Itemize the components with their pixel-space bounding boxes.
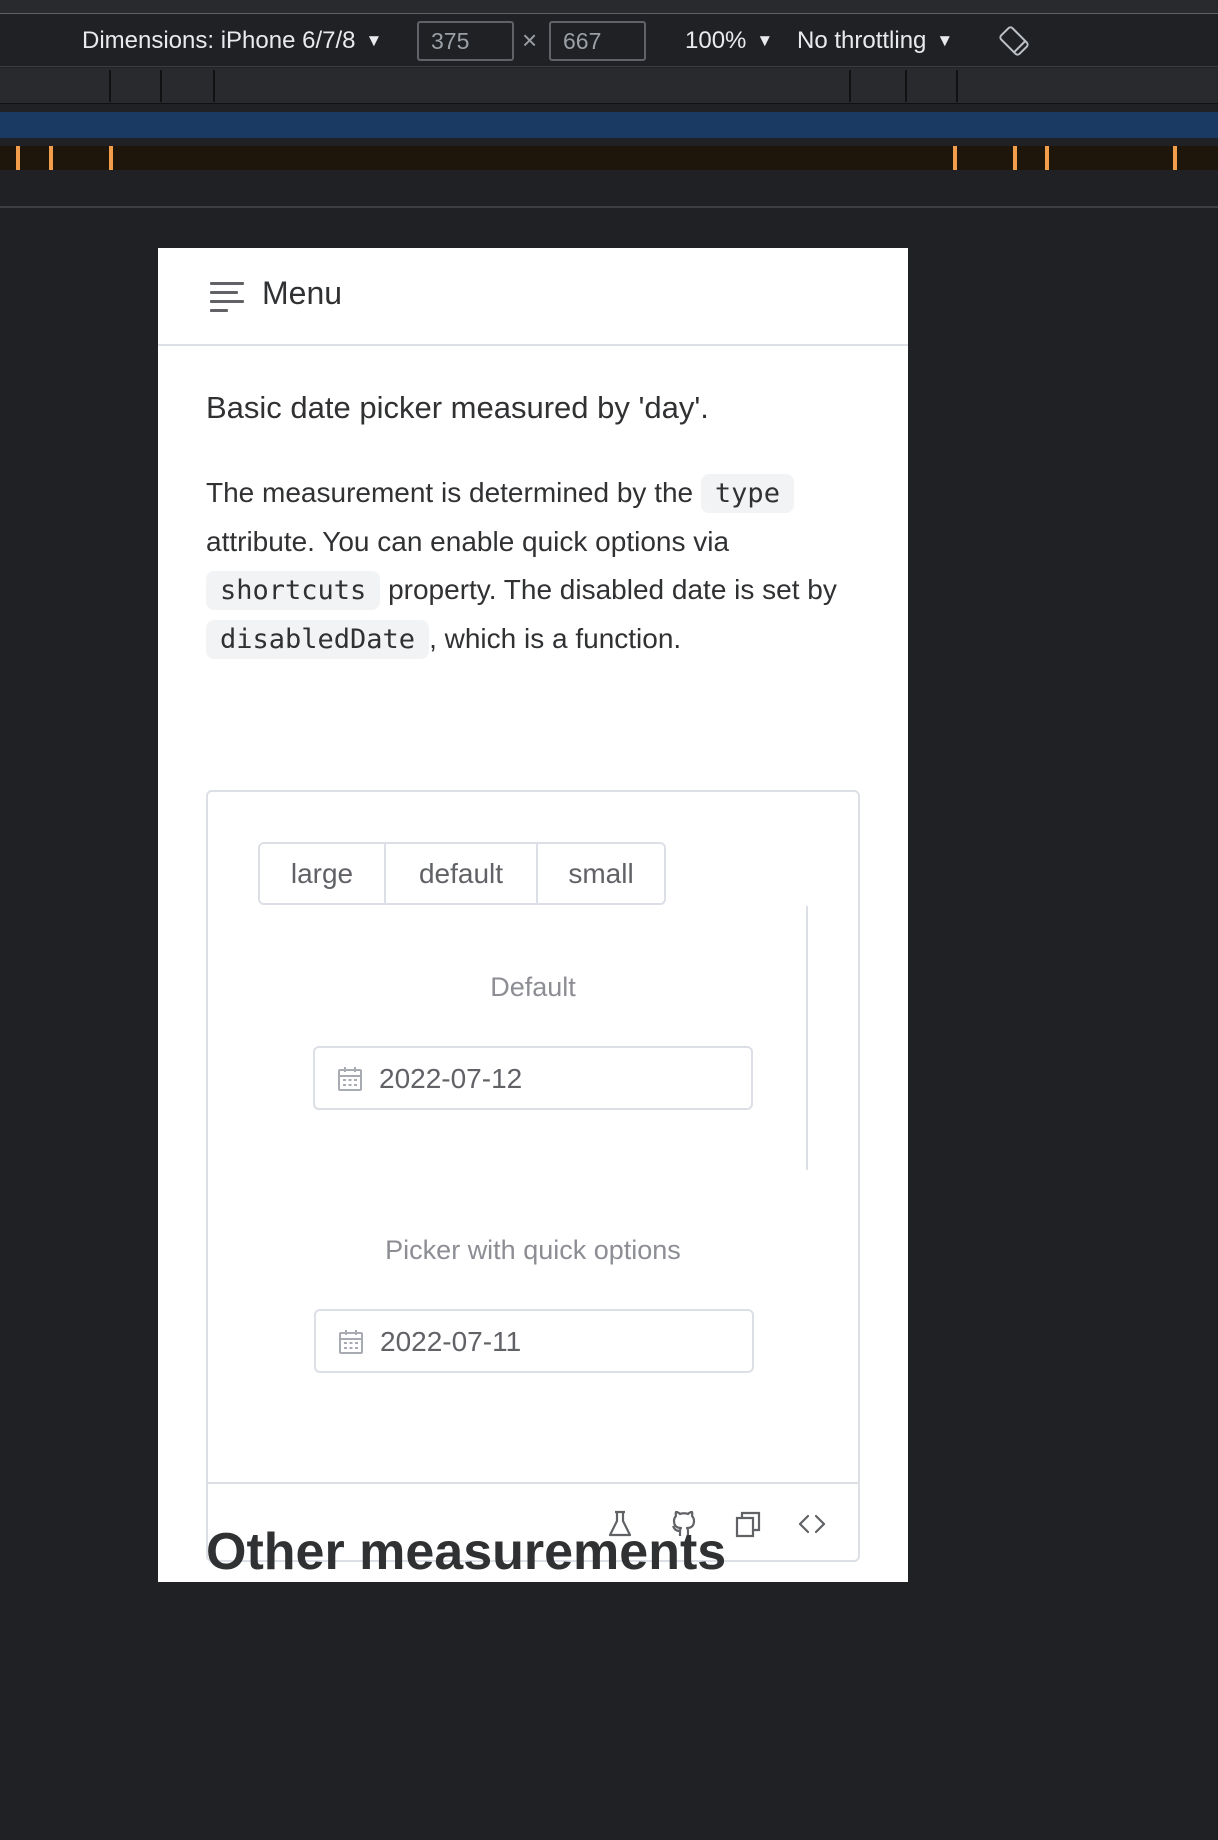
times-symbol: × [522,25,538,55]
device-viewport: Menu Basic date picker measured by 'day'… [158,248,908,1582]
size-option-small[interactable]: small [536,844,664,903]
devtools-top-border [0,0,1218,14]
dimensions-dropdown[interactable]: Dimensions: iPhone 6/7/8 ▼ [82,14,382,67]
size-option-large[interactable]: large [260,844,384,903]
size-option-default[interactable]: default [384,844,536,903]
throttling-dropdown[interactable]: No throttling ▼ [797,14,953,67]
media-query-bar-max-width[interactable] [0,112,1218,138]
code-disabled-date: disabledDate [206,620,430,659]
media-query-ruler[interactable] [0,68,1218,104]
block-title-quick-options: Picker with quick options [385,1235,681,1265]
copy-icon[interactable] [732,1508,764,1540]
desc-text: attribute. You can enable quick options … [206,526,730,557]
size-radio-group: large default small [258,842,666,905]
description-text: The measurement is determined by the typ… [206,469,860,664]
block-title-default: Default [490,972,576,1002]
zoom-dropdown[interactable]: 100% ▼ [685,14,773,67]
zoom-label: 100% [685,26,747,54]
code-shortcuts: shortcuts [206,571,381,610]
calendar-icon [338,1067,362,1091]
width-input[interactable]: 375 [417,21,514,61]
demo-card: large default small Default 2022-07-12 P… [206,790,860,1562]
date-value: 2022-07-12 [379,1063,523,1094]
media-query-bar-min-max[interactable] [0,146,1218,170]
code-icon[interactable] [796,1508,828,1540]
menu-bar[interactable]: Menu [158,248,908,346]
device-toolbar: Dimensions: iPhone 6/7/8 ▼ 375 × 667 100… [0,14,1218,67]
height-input[interactable]: 667 [549,21,646,61]
date-value: 2022-07-11 [380,1326,522,1357]
chevron-down-icon: ▼ [756,30,774,50]
block-divider [806,906,808,1170]
ruler-separator [0,206,1218,208]
menu-icon[interactable] [210,282,244,312]
dimensions-label: Dimensions: iPhone 6/7/8 [82,26,356,54]
intro-text: Basic date picker measured by 'day'. [206,390,709,425]
date-picker-default[interactable]: 2022-07-12 [313,1046,753,1110]
desc-text: , which is a function. [429,623,682,654]
throttling-label: No throttling [797,26,927,54]
desc-text: property. The disabled date is set by [380,574,837,605]
date-picker-quick-options[interactable]: 2022-07-11 [314,1309,754,1373]
desc-text: The measurement is determined by the [206,477,701,508]
chevron-down-icon: ▼ [936,30,954,50]
code-type: type [700,474,794,513]
calendar-icon [339,1330,363,1354]
chevron-down-icon: ▼ [365,30,383,50]
rotate-icon[interactable] [998,14,1030,67]
section-heading: Other measurements [206,1523,727,1581]
menu-label[interactable]: Menu [262,275,342,312]
